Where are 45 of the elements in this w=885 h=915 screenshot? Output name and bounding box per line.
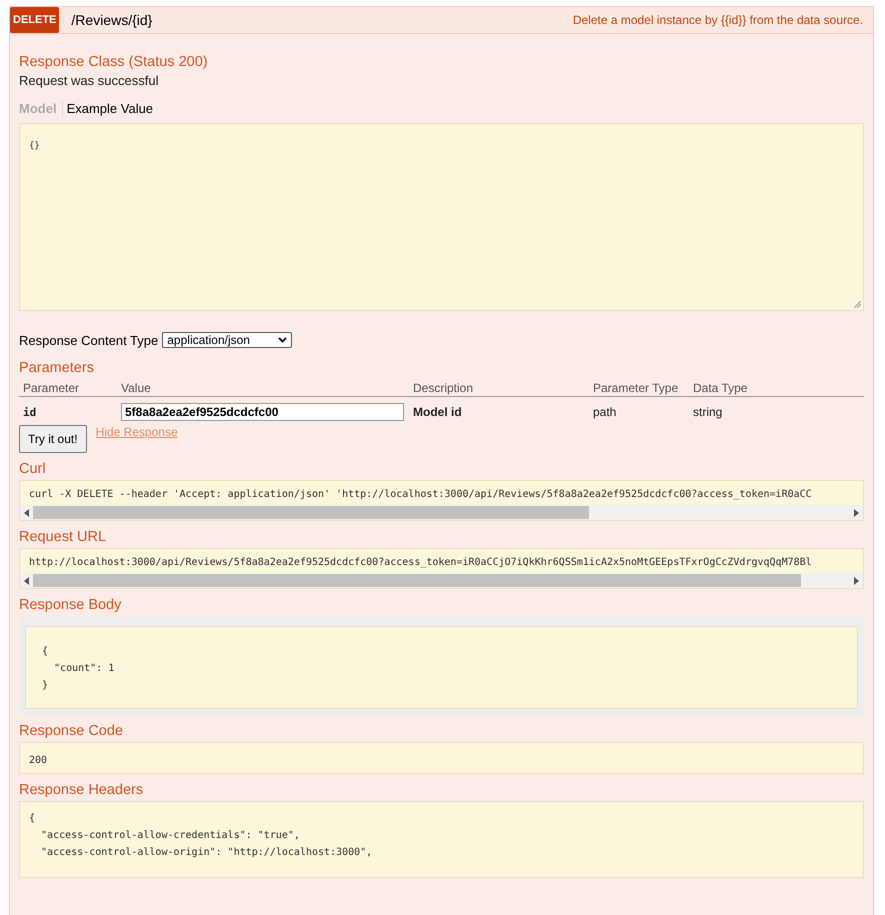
example-value-area[interactable]: {}	[19, 123, 864, 311]
scroll-right-icon[interactable]	[854, 576, 859, 584]
curl-command: curl -X DELETE --header 'Accept: application/json' 'http://localhost:3000/api/Reviews/5f8a8a2ea2ef9525dcdcfc00?access_token=iR0aCC	[28, 488, 813, 502]
resize-handle-icon[interactable]	[854, 301, 861, 308]
json-line: "access-control-allow-credentials": "true",	[40, 829, 301, 843]
parameter-description: Model id	[409, 396, 589, 425]
column-header: Parameter Type	[589, 379, 689, 396]
column-header: Description	[409, 379, 589, 396]
scroll-left-icon[interactable]	[24, 576, 29, 584]
section-heading: Parameters	[19, 360, 95, 376]
section-heading: Response Class (Status 200)	[19, 54, 209, 70]
json-line: "count": 1	[53, 662, 116, 676]
content-type-label: Response Content Type	[19, 332, 158, 348]
json-line: {	[42, 645, 50, 659]
json-line: }	[42, 679, 50, 693]
operation-header[interactable]: DELETE /Reviews/{id} Delete a model instance by {{id}} from the data source.	[10, 7, 873, 34]
json-line: {	[29, 812, 36, 826]
response-code: 200	[29, 755, 48, 766]
request-url: http://localhost:3000/api/Reviews/5f8a8a2ea2ef9525dcdcfc00?access_token=iR0aCCjO7iQkKhr6QSSm1icA2x5noMtGEEpsTFxrOgCcZVdrgvqQqM78Bl	[28, 556, 813, 570]
content-type-select[interactable]: application/json	[162, 332, 292, 348]
try-it-out-button[interactable]: Try it out!	[19, 425, 87, 453]
horizontal-scrollbar[interactable]	[20, 505, 863, 520]
section-heading: Response Code	[19, 723, 124, 739]
operation-path[interactable]: /Reviews/{id}	[71, 12, 152, 28]
model-tab[interactable]: Example Value	[62, 100, 158, 118]
operation-summary: Delete a model instance by {{id}} from the data source.	[572, 13, 863, 27]
parameter-type: path	[589, 396, 689, 425]
response-description: Request was successful	[19, 73, 160, 88]
example-json: {}	[29, 141, 40, 151]
parameter-name: id	[19, 396, 117, 425]
scroll-left-icon[interactable]	[24, 508, 29, 516]
json-line: "access-control-allow-origin": "http://localhost:3000",	[40, 846, 374, 860]
horizontal-scrollbar[interactable]	[20, 573, 863, 588]
scroll-right-icon[interactable]	[854, 508, 859, 516]
caret-icon	[278, 337, 288, 343]
column-header: Parameter	[19, 379, 117, 396]
section-heading: Response Headers	[19, 782, 144, 798]
data-type: string	[689, 396, 864, 425]
column-header: Data Type	[689, 379, 864, 396]
section-heading: Request URL	[19, 529, 108, 545]
parameter-value-input[interactable]: 5f8a8a2ea2ef9525dcdcfc00	[121, 403, 404, 421]
section-heading: Curl	[19, 461, 47, 477]
section-heading: Response Body	[19, 597, 122, 613]
method-badge: DELETE	[10, 7, 60, 33]
column-header: Value	[117, 379, 409, 396]
